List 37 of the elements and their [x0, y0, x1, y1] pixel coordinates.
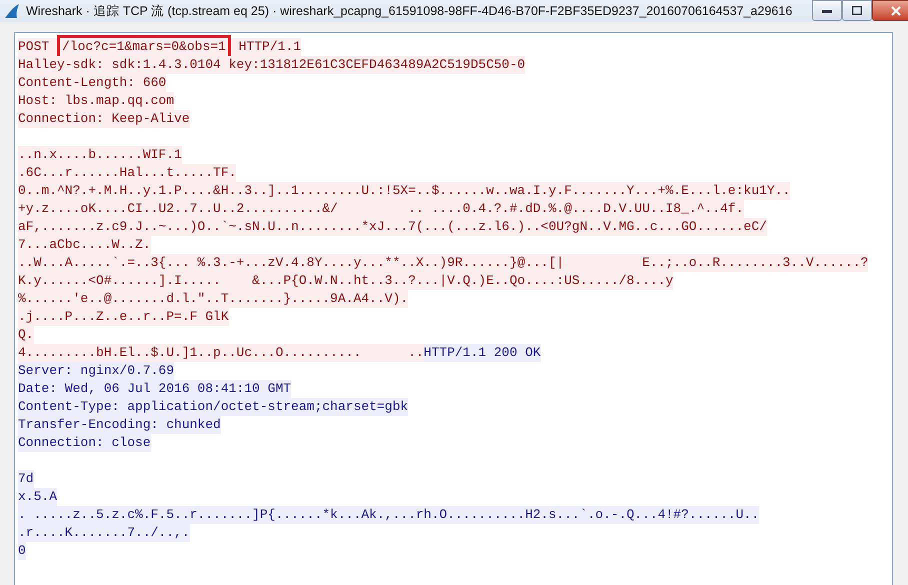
window-title: Wireshark · 追踪 TCP 流 (tcp.stream eq 25) · wireshark_pcapng_61591098-98FF-4D46-B70F-F2BF35ED9237_20160706164537_a29616: [26, 2, 792, 20]
stream-text: Date: Wed, 06 Jul 2016 08:41:10 GMT: [18, 380, 292, 398]
stream-text: 0: [18, 542, 26, 560]
stream-text: 7d: [18, 470, 34, 488]
stream-text: %......'e..@.......d.l."..T.......}.....9A.A4..V).: [18, 290, 408, 308]
stream-text: Connection: close: [18, 434, 151, 452]
stream-text: 0..m.^N?.+.M.H..y.1.P....&H..3..]..1........U.:!5X=..$......w..wa.I.y.F.......Y...+%.E...l.e:ku1Y..: [18, 182, 790, 200]
stream-text: +y.z....oK....CI..U2..7..U..2..........&/ .. ....0.4.?.#.dD.%.@....D.V.UU..I8_.^..4f.: [18, 200, 744, 218]
close-button[interactable]: [872, 0, 908, 21]
stream-text: x.5.A: [18, 488, 58, 506]
maximize-button[interactable]: [842, 0, 872, 21]
stream-text: 7...aCbc....W..Z.: [18, 236, 151, 254]
stream-text: . .....z..5.z.c%.F.5..r.......]P{......*k...Ak.,...rh.O..........H2.s...`.o.-.Q...4!#?......U..: [18, 506, 760, 524]
stream-text: Server: nginx/0.7.69: [18, 362, 174, 380]
stream-text: POST: [18, 38, 58, 56]
stream-text: Host: lbs.map.qq.com: [18, 92, 174, 110]
stream-text: .6C...r......Hal...t.....TF.: [18, 164, 236, 182]
minimize-button[interactable]: [812, 0, 842, 21]
close-icon: [891, 6, 901, 16]
stream-text: ..n.x....b......WIF.1: [18, 146, 182, 164]
stream-text: Content-Type: application/octet-stream;charset=gbk: [18, 398, 408, 416]
stream-text: aF,.......z.c9.J..~...)O..`~.sN.U..n........*xJ...7(...(...z.l6.)..<0U?gN..V.MG..c...GO......eC/: [18, 218, 767, 236]
stream-text: 4.........bH.El..$.U.]1..p..Uc...O.......... ..: [18, 344, 424, 362]
stream-text: Content-Length: 660: [18, 74, 166, 92]
stream-text: .r....K.......7../..,.: [18, 524, 190, 542]
stream-text: ..W...A.....`.=..3{... %.3.-+...zV.4.8Y....y...**..X..)9R......}@...[| E..;..o..R........3..V......?: [18, 254, 868, 272]
stream-text: Transfer-Encoding: chunked: [18, 416, 221, 434]
stream-text: Connection: Keep-Alive: [18, 110, 190, 128]
shark-fin-icon: [4, 3, 20, 19]
stream-text: K.y......<O#......].I..... &...P{O.W.N..ht..3..?...|V.Q.)E..Qo....:US...../8....y: [18, 272, 674, 290]
stream-text: HTTP/1.1 200 OK: [424, 344, 541, 362]
stream-text: Halley-sdk: sdk:1.4.3.0104 key:131812E61C3CEFD463489A2C519D5C50-0: [18, 56, 526, 74]
minimize-icon: [822, 8, 832, 12]
maximize-icon: [852, 6, 862, 15]
stream-text: Q.: [18, 326, 34, 344]
stream-text: .j....P...Z..e..r..P=.F GlK: [18, 308, 229, 326]
stream-text: HTTP/1.1: [230, 38, 302, 56]
